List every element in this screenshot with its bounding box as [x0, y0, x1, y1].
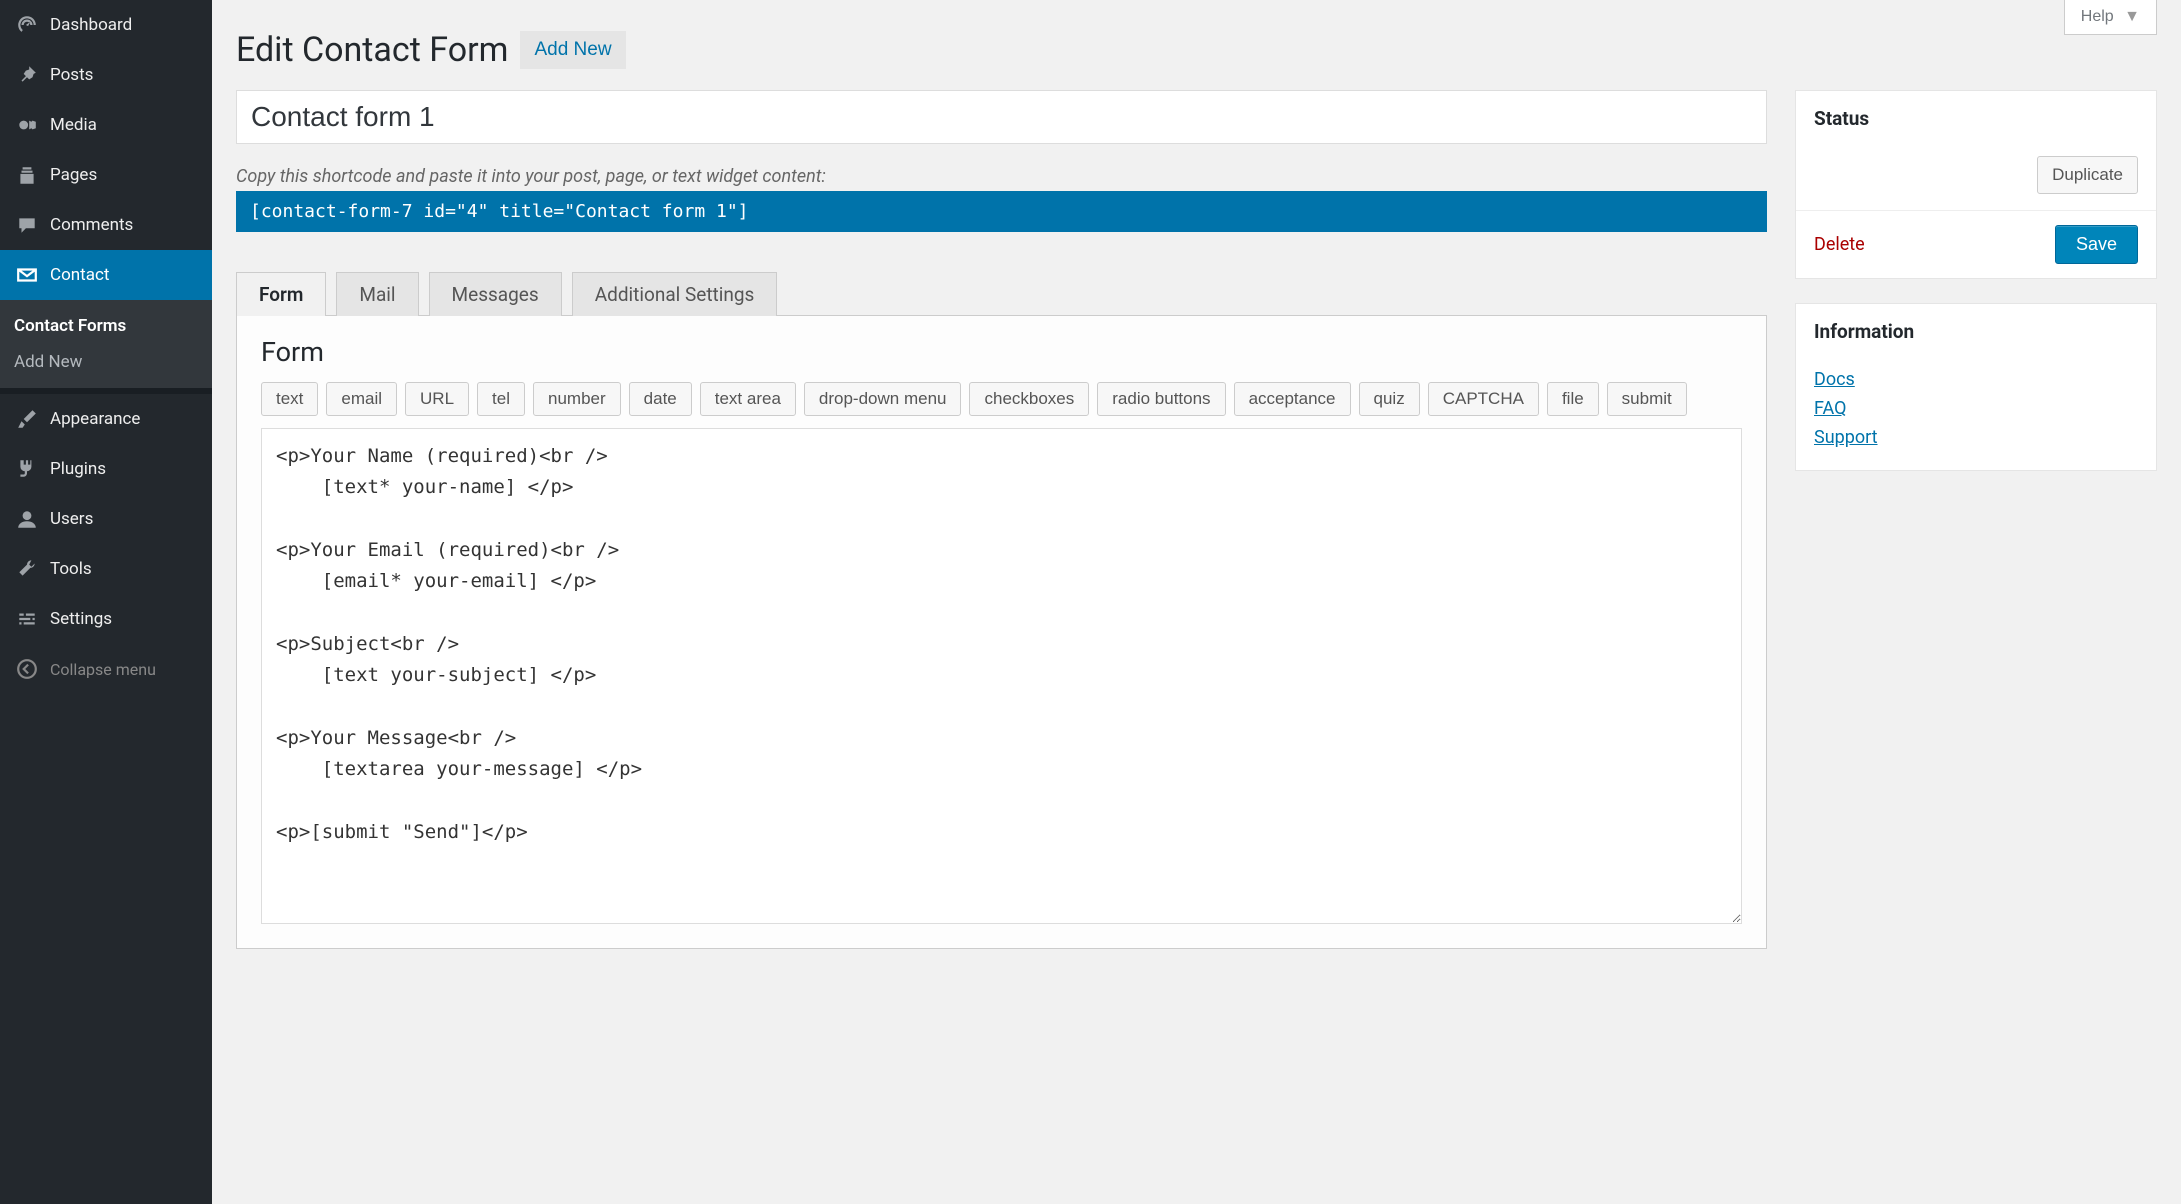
tag-btn-dropdown[interactable]: drop-down menu [804, 382, 962, 416]
tag-btn-textarea[interactable]: text area [700, 382, 796, 416]
tag-btn-date[interactable]: date [629, 382, 692, 416]
sidebar-subitem-contact-forms[interactable]: Contact Forms [0, 308, 212, 344]
sidebar-item-posts[interactable]: Posts [0, 50, 212, 100]
page-title: Edit Contact Form [236, 30, 508, 70]
plug-icon [14, 456, 40, 482]
shortcode-hint: Copy this shortcode and paste it into yo… [236, 166, 1767, 187]
sidebar-item-label: Comments [50, 215, 133, 235]
sidebar-item-appearance[interactable]: Appearance [0, 394, 212, 444]
sidebar-item-label: Pages [50, 165, 97, 185]
sidebar-item-label: Plugins [50, 459, 106, 479]
sidebar-item-label: Tools [50, 559, 92, 579]
collapse-icon [14, 656, 40, 682]
sidebar-item-plugins[interactable]: Plugins [0, 444, 212, 494]
delete-link[interactable]: Delete [1814, 234, 1865, 255]
sidebar-item-label: Media [50, 115, 97, 135]
tag-btn-captcha[interactable]: CAPTCHA [1428, 382, 1539, 416]
sidebar-item-settings[interactable]: Settings [0, 594, 212, 644]
wrench-icon [14, 556, 40, 582]
tag-btn-tel[interactable]: tel [477, 382, 525, 416]
admin-sidebar: Dashboard Posts Media Pages Comments Con… [0, 0, 212, 1204]
sidebar-item-dashboard[interactable]: Dashboard [0, 0, 212, 50]
information-box: Information Docs FAQ Support [1795, 303, 2157, 471]
info-link-support[interactable]: Support [1814, 423, 2138, 452]
collapse-label: Collapse menu [50, 660, 156, 679]
brush-icon [14, 406, 40, 432]
tag-btn-acceptance[interactable]: acceptance [1234, 382, 1351, 416]
status-title: Status [1796, 91, 2156, 146]
tab-panel: Form text email URL tel number date text… [236, 316, 1767, 949]
tag-btn-number[interactable]: number [533, 382, 621, 416]
media-icon [14, 112, 40, 138]
info-link-docs[interactable]: Docs [1814, 365, 2138, 394]
tag-btn-radio[interactable]: radio buttons [1097, 382, 1225, 416]
sidebar-item-media[interactable]: Media [0, 100, 212, 150]
sidebar-item-label: Settings [50, 609, 112, 629]
mail-icon [14, 262, 40, 288]
help-label: Help [2081, 8, 2114, 25]
sidebar-submenu: Contact Forms Add New [0, 300, 212, 388]
tag-btn-url[interactable]: URL [405, 382, 469, 416]
form-title-input[interactable] [236, 90, 1767, 144]
panel-heading: Form [261, 336, 1742, 368]
sidebar-item-users[interactable]: Users [0, 494, 212, 544]
tag-btn-file[interactable]: file [1547, 382, 1599, 416]
add-new-button[interactable]: Add New [520, 31, 625, 69]
sidebar-subitem-add-new[interactable]: Add New [0, 344, 212, 380]
sidebar-item-contact[interactable]: Contact [0, 250, 212, 300]
user-icon [14, 506, 40, 532]
pages-icon [14, 162, 40, 188]
chevron-down-icon: ▼ [2124, 8, 2140, 25]
tag-btn-checkboxes[interactable]: checkboxes [969, 382, 1089, 416]
info-link-faq[interactable]: FAQ [1814, 394, 2138, 423]
tab-form[interactable]: Form [236, 272, 326, 316]
tag-btn-email[interactable]: email [326, 382, 397, 416]
sidebar-item-label: Appearance [50, 409, 140, 429]
sidebar-item-label: Users [50, 509, 93, 529]
comment-icon [14, 212, 40, 238]
sidebar-item-label: Posts [50, 65, 93, 85]
tab-messages[interactable]: Messages [429, 272, 562, 316]
collapse-menu[interactable]: Collapse menu [0, 644, 212, 694]
sidebar-item-pages[interactable]: Pages [0, 150, 212, 200]
form-body-textarea[interactable] [261, 428, 1742, 924]
content-area: Help ▼ Edit Contact Form Add New Copy th… [212, 0, 2181, 1204]
sidebar-item-tools[interactable]: Tools [0, 544, 212, 594]
shortcode-box[interactable]: [contact-form-7 id="4" title="Contact fo… [236, 191, 1767, 232]
information-title: Information [1796, 304, 2156, 359]
tab-mail[interactable]: Mail [336, 272, 418, 316]
tag-btn-quiz[interactable]: quiz [1359, 382, 1420, 416]
save-button[interactable]: Save [2055, 225, 2138, 264]
sliders-icon [14, 606, 40, 632]
tab-additional-settings[interactable]: Additional Settings [572, 272, 778, 316]
status-box: Status Duplicate Delete Save [1795, 90, 2157, 279]
help-tab-button[interactable]: Help ▼ [2064, 0, 2157, 35]
tag-generator-row: text email URL tel number date text area… [261, 382, 1742, 416]
sidebar-item-comments[interactable]: Comments [0, 200, 212, 250]
sidebar-item-label: Contact [50, 265, 109, 285]
duplicate-button[interactable]: Duplicate [2037, 156, 2138, 194]
dashboard-icon [14, 12, 40, 38]
editor-tabs: Form Mail Messages Additional Settings [236, 272, 1767, 316]
sidebar-item-label: Dashboard [50, 15, 132, 35]
pin-icon [14, 62, 40, 88]
tag-btn-text[interactable]: text [261, 382, 318, 416]
tag-btn-submit[interactable]: submit [1607, 382, 1687, 416]
